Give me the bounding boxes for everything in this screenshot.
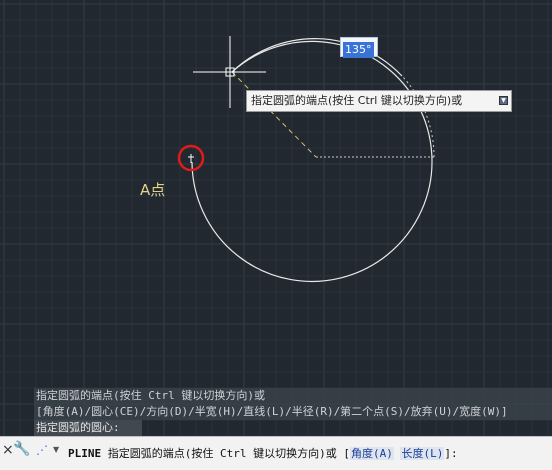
bracket-close: ]:: [444, 447, 458, 460]
command-line[interactable]: × 🔧 ⋰ ▼ PLINE 指定圆弧的端点(按住 Ctrl 键以切换方向)或 […: [0, 436, 552, 470]
bracket-open: [: [343, 447, 350, 460]
tooltip-text: 指定圆弧的端点(按住 Ctrl 键以切换方向)或: [251, 94, 463, 107]
point-a-marker: [177, 144, 205, 172]
angle-value: 135°: [343, 42, 374, 58]
prompt-text: 指定圆弧的端点(按住 Ctrl 键以切换方向)或: [107, 447, 337, 460]
dropdown-icon[interactable]: ▼: [499, 96, 508, 105]
recent-commands-icon[interactable]: ⋰: [36, 443, 48, 457]
wrench-icon[interactable]: 🔧: [13, 441, 30, 457]
close-icon[interactable]: ×: [2, 442, 14, 458]
option-length[interactable]: 长度(L): [400, 447, 445, 460]
angle-input[interactable]: 135°: [340, 37, 378, 58]
chevron-down-icon[interactable]: ▼: [53, 445, 59, 454]
command-prompt: PLINE 指定圆弧的端点(按住 Ctrl 键以切换方向)或 [角度(A) 长度…: [68, 445, 458, 461]
point-a-label: A点: [140, 181, 166, 199]
option-angle[interactable]: 角度(A): [349, 447, 394, 460]
command-name: PLINE: [68, 447, 102, 460]
history-line: 指定圆弧的端点(按住 Ctrl 键以切换方向)或: [34, 388, 552, 404]
history-line: [角度(A)/圆心(CE)/方向(D)/半宽(H)/直线(L)/半径(R)/第二…: [34, 404, 552, 420]
dynamic-input-tooltip: 指定圆弧的端点(按住 Ctrl 键以切换方向)或 ▼: [246, 90, 512, 112]
history-line: 指定圆弧的圆心:: [34, 420, 142, 436]
command-history: 指定圆弧的端点(按住 Ctrl 键以切换方向)或 [角度(A)/圆心(CE)/方…: [34, 388, 552, 436]
angle-tracking-line: [231, 71, 317, 158]
